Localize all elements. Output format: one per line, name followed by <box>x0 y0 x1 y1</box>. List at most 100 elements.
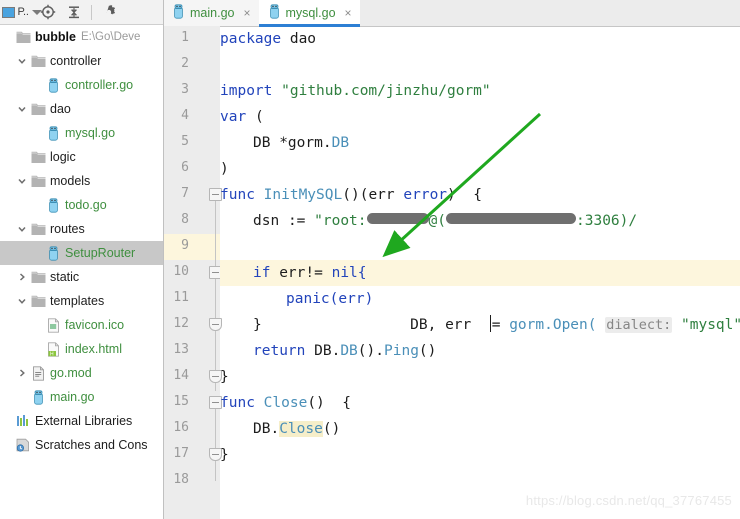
tree-item-favicon-ico[interactable]: favicon.ico <box>0 313 163 337</box>
token-close-parens: () <box>322 421 341 437</box>
collapse-all-button[interactable] <box>62 2 86 23</box>
tree-item-scratches-and-cons[interactable]: Scratches and Cons <box>0 433 163 457</box>
tree-item-bubble[interactable]: bubble E:\Go\Deve <box>0 25 163 49</box>
locate-file-button[interactable] <box>36 2 60 23</box>
code-line-17: } <box>220 442 229 468</box>
token-import-path: "github.com/jinzhu/gorm" <box>281 83 491 99</box>
tree-item-label: External Libraries <box>35 414 133 428</box>
chevron-down-icon[interactable] <box>15 224 29 234</box>
code-line-8: dsn := "root: @(:3306)/ <box>220 208 637 234</box>
code-line-12: } <box>220 312 262 338</box>
line-number: 10 <box>173 264 189 279</box>
code-line-6: ) <box>220 156 229 182</box>
chevron-right-icon[interactable] <box>15 368 29 378</box>
line-number: 11 <box>173 290 189 305</box>
line-number: 6 <box>181 160 189 175</box>
tree-item-dao[interactable]: dao <box>0 97 163 121</box>
go-file-icon <box>172 4 185 22</box>
line-number: 8 <box>181 212 189 227</box>
fold-region-bar <box>215 273 216 351</box>
tree-item-label: go.mod <box>50 366 92 380</box>
code-line-1: package dao <box>220 26 316 52</box>
tree-item-todo-go[interactable]: todo.go <box>0 193 163 217</box>
token-pkg-name: dao <box>289 31 317 47</box>
folder-icon <box>29 151 47 164</box>
ico-file-icon <box>44 317 62 333</box>
token-error: error <box>403 187 448 203</box>
close-icon[interactable]: × <box>345 6 352 20</box>
tree-item-label: mysql.go <box>65 126 116 140</box>
token-panic: panic(err) <box>286 291 374 307</box>
html-file-icon: H <box>44 341 62 357</box>
token-dsn-port: :3306)/ <box>576 213 638 229</box>
tree-item-label: bubble <box>35 30 76 44</box>
text-caret <box>489 315 491 332</box>
chevron-down-icon[interactable] <box>15 104 29 114</box>
chevron-down-icon[interactable] <box>15 176 29 186</box>
tree-item-templates[interactable]: templates <box>0 289 163 313</box>
token-ping-c: (). <box>357 343 384 359</box>
tree-item-static[interactable]: static <box>0 265 163 289</box>
line-number: 13 <box>173 342 189 357</box>
chevron-down-icon[interactable] <box>15 56 29 66</box>
line-number: 17 <box>173 446 189 461</box>
tree-item-controller-go[interactable]: controller.go <box>0 73 163 97</box>
tree-item-main-go[interactable]: main.go <box>0 385 163 409</box>
tree-item-external-libraries[interactable]: External Libraries <box>0 409 163 433</box>
tree-item-label: todo.go <box>65 198 107 212</box>
tree-item-index-html[interactable]: Hindex.html <box>0 337 163 361</box>
token-paren-close: ) <box>220 161 229 177</box>
line-number: 4 <box>181 108 189 123</box>
tree-item-go-mod[interactable]: go.mod <box>0 361 163 385</box>
settings-button[interactable] <box>97 2 121 23</box>
tree-item-mysql-go[interactable]: mysql.go <box>0 121 163 145</box>
chevron-down-icon[interactable] <box>15 296 29 306</box>
token-gorm-type-tail: DB <box>331 135 350 151</box>
go-file-icon <box>44 197 62 213</box>
tree-item-setuprouter[interactable]: SetupRouter <box>0 241 163 265</box>
project-tree[interactable]: bubble E:\Go\Deve controller controller.go d… <box>0 25 163 519</box>
line-number: 18 <box>173 472 189 487</box>
tree-item-label: SetupRouter <box>65 246 136 260</box>
folder-icon <box>29 103 47 116</box>
close-icon[interactable]: × <box>243 6 250 20</box>
token-close-sig: () { <box>307 395 351 411</box>
line-number: 16 <box>173 420 189 435</box>
token-mysql-str: "mysql" <box>681 317 740 333</box>
tree-item-routes[interactable]: routes <box>0 217 163 241</box>
token-var: var <box>220 109 247 125</box>
token-dsn-at: @( <box>428 213 446 229</box>
editor-tab-main-go[interactable]: main.go × <box>163 0 259 26</box>
svg-text:H: H <box>50 351 54 357</box>
token-close-name: Close <box>263 395 308 411</box>
tree-item-label: controller.go <box>65 78 134 92</box>
redacted-credentials <box>366 213 429 224</box>
editor-gutter[interactable]: 1 2 3 4 5 6 7 8 9 10 11 12 13 14 15 16 17 18 <box>163 26 222 519</box>
editor-area: main.go × mysql.go × 1 2 3 4 5 6 7 8 9 10 11 12 13 14 15 1… <box>163 0 740 519</box>
token-ping-e: () <box>418 343 437 359</box>
tree-item-controller[interactable]: controller <box>0 49 163 73</box>
code-line-4: var ( <box>220 104 264 130</box>
editor-tab-mysql-go[interactable]: mysql.go × <box>258 0 360 27</box>
token-paren-open: ( <box>254 109 264 125</box>
code-line-7: func InitMySQL()(err error) { <box>220 182 482 208</box>
scratches-icon <box>14 438 32 452</box>
tree-item-models[interactable]: models <box>0 169 163 193</box>
token-init-sig: ()( <box>342 187 369 203</box>
go-file-icon <box>44 125 62 141</box>
line-number: 2 <box>181 56 189 71</box>
code-line-5: DB *gorm.DB <box>220 130 349 156</box>
code-content[interactable]: package dao import "github.com/jinzhu/go… <box>220 26 740 519</box>
project-selector-button[interactable]: P.. <box>2 2 42 23</box>
token-err: err <box>368 187 395 203</box>
redacted-host <box>446 213 576 224</box>
tree-item-logic[interactable]: logic <box>0 145 163 169</box>
token-close-brace-12: } <box>253 317 262 333</box>
token-dsn-ident: dsn <box>253 213 280 229</box>
chevron-right-icon[interactable] <box>15 272 29 282</box>
code-line-3: import "github.com/jinzhu/gorm" <box>220 78 491 104</box>
tab-label: mysql.go <box>285 6 336 20</box>
line-number: 15 <box>173 394 189 409</box>
param-hint-dialect: dialect: <box>605 317 673 333</box>
project-toolbar: P.. <box>0 0 163 25</box>
